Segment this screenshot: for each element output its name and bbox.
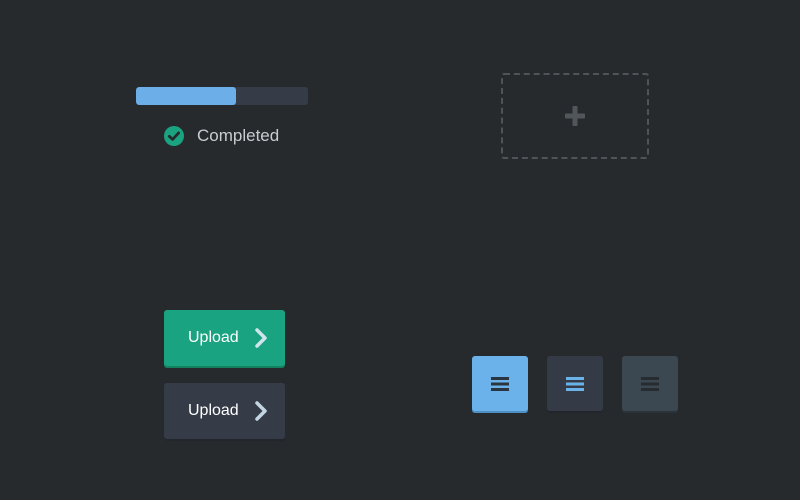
upload-button-label: Upload — [188, 329, 239, 346]
chevron-right-icon — [255, 328, 267, 348]
menu-button-blue[interactable] — [472, 356, 528, 411]
completed-status: Completed — [164, 126, 279, 146]
upload-button-label: Upload — [188, 402, 239, 419]
progress-bar-fill — [136, 87, 236, 105]
hamburger-menu-icon — [641, 376, 659, 391]
component-sheet: Completed Upload Upload — [0, 0, 800, 500]
menu-button-dark[interactable] — [547, 356, 603, 411]
plus-icon — [565, 106, 585, 126]
hamburger-menu-icon — [566, 376, 584, 391]
check-circle-icon — [164, 126, 184, 146]
upload-button-primary[interactable]: Upload — [164, 310, 285, 366]
menu-button-muted[interactable] — [622, 356, 678, 411]
status-label: Completed — [197, 126, 280, 145]
hamburger-menu-icon — [491, 376, 509, 391]
add-dropzone[interactable] — [501, 73, 649, 159]
chevron-right-icon — [255, 401, 267, 421]
progress-bar — [136, 87, 308, 105]
upload-button-secondary[interactable]: Upload — [164, 383, 285, 439]
